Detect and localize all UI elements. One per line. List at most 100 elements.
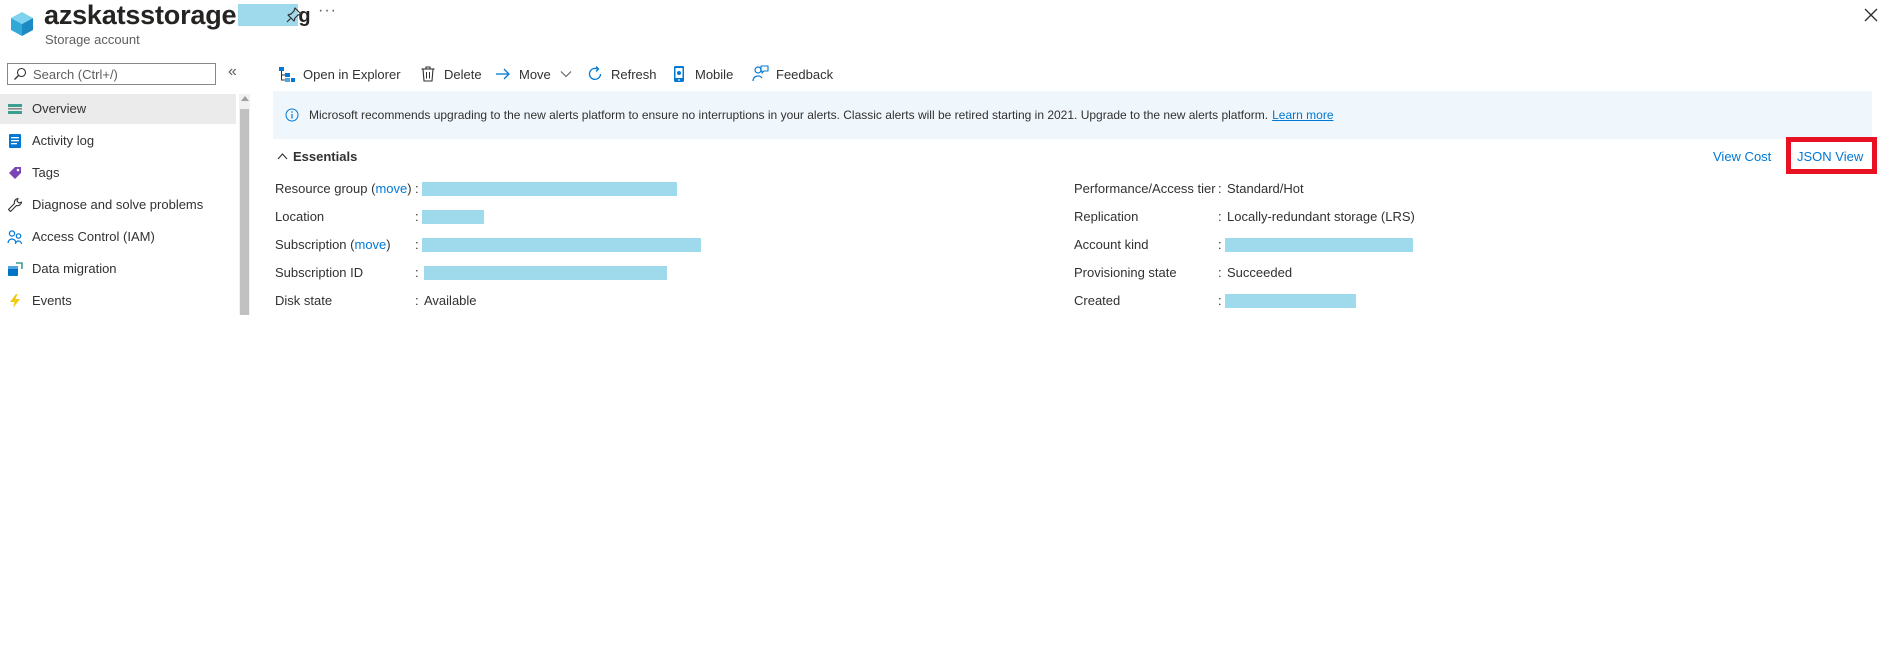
resource-group-label: Resource group (move) <box>275 181 412 196</box>
refresh-label: Refresh <box>611 66 657 82</box>
tag-icon <box>9 167 21 179</box>
provisioning-state-label: Provisioning state <box>1074 265 1177 280</box>
refresh-icon <box>588 66 602 80</box>
created-label: Created <box>1074 293 1121 308</box>
activity-log-icon <box>9 134 21 148</box>
chevron-down-icon <box>560 71 572 78</box>
essentials-title: Essentials <box>293 149 358 164</box>
sidebar-item-tags[interactable]: Tags <box>0 158 236 188</box>
account-kind-label: Account kind <box>1074 237 1149 252</box>
collapse-sidebar-icon[interactable]: « <box>228 63 237 81</box>
redacted-location-value <box>422 210 484 224</box>
sidebar-item-label: Overview <box>32 101 87 116</box>
page-title-text: azskatsstorage <box>44 0 237 30</box>
open-in-explorer-button[interactable]: Open in Explorer <box>278 62 401 86</box>
feedback-button[interactable]: Feedback <box>751 62 833 86</box>
data-migration-icon <box>8 262 23 276</box>
feedback-icon <box>752 65 769 82</box>
sidebar-item-label: Tags <box>32 165 60 180</box>
sidebar-nav: Overview Activity log Tags Diagnose and … <box>0 94 236 315</box>
colon: : <box>1218 237 1222 252</box>
overview-icon <box>8 104 22 114</box>
open-in-explorer-label: Open in Explorer <box>303 66 401 82</box>
sidebar-item-label: Events <box>32 293 72 308</box>
sidebar-item-events[interactable]: Events <box>0 286 236 316</box>
sidebar-search-input[interactable]: Search (Ctrl+/) <box>7 63 216 85</box>
sidebar-item-label: Access Control (IAM) <box>32 229 155 244</box>
colon: : <box>415 237 419 252</box>
colon: : <box>415 293 419 308</box>
mobile-icon <box>674 66 684 82</box>
page-title: azskatsstorage g <box>44 0 311 31</box>
alerts-info-banner: Microsoft recommends upgrading to the ne… <box>273 91 1872 139</box>
colon: : <box>1218 265 1222 280</box>
colon: : <box>1218 293 1222 308</box>
redacted-account-kind-value <box>1225 238 1413 252</box>
learn-more-link[interactable]: Learn more <box>1272 108 1333 122</box>
close-icon[interactable] <box>1862 6 1880 24</box>
sidebar-item-label: Activity log <box>32 133 95 148</box>
colon: : <box>1218 209 1222 224</box>
lightning-icon <box>10 294 20 308</box>
property-name: Resource group <box>275 181 368 196</box>
disk-state-label: Disk state <box>275 293 333 308</box>
banner-text: Microsoft recommends upgrading to the ne… <box>309 108 1269 122</box>
search-icon <box>14 67 27 80</box>
scrollbar-thumb[interactable] <box>240 109 249 315</box>
chevron-up-icon <box>277 153 288 160</box>
location-label: Location <box>275 209 325 224</box>
trash-icon <box>421 66 435 82</box>
page-subtitle: Storage account <box>45 32 140 47</box>
search-placeholder: Search (Ctrl+/) <box>33 67 118 82</box>
subscription-move-link[interactable]: move <box>355 237 387 252</box>
sidebar-item-access-control[interactable]: Access Control (IAM) <box>0 222 236 252</box>
provisioning-state-value: Succeeded <box>1227 265 1293 280</box>
wrench-icon <box>7 197 23 213</box>
json-view-link[interactable]: JSON View <box>1797 149 1863 164</box>
performance-tier-value: Standard/Hot <box>1227 181 1304 196</box>
move-dropdown-button[interactable]: Move <box>494 62 572 86</box>
colon: : <box>1218 181 1222 196</box>
redacted-created-value <box>1225 294 1356 308</box>
storage-account-icon <box>11 12 33 36</box>
colon: : <box>415 181 419 196</box>
essentials-toggle[interactable]: Essentials <box>277 149 357 164</box>
replication-value: Locally-redundant storage (LRS) <box>1227 209 1415 224</box>
resource-group-move-link[interactable]: move <box>375 181 407 196</box>
mobile-button[interactable]: Mobile <box>670 62 733 86</box>
refresh-button[interactable]: Refresh <box>586 62 657 86</box>
subscription-label: Subscription (move) <box>275 237 391 252</box>
replication-label: Replication <box>1074 209 1139 224</box>
delete-button[interactable]: Delete <box>419 62 482 86</box>
move-label: Move <box>519 66 551 82</box>
arrow-right-icon <box>496 68 510 80</box>
sidebar-item-label: Data migration <box>32 261 117 276</box>
people-icon <box>7 230 23 245</box>
sidebar-item-data-migration[interactable]: Data migration <box>0 254 236 284</box>
property-name: Subscription <box>275 237 347 252</box>
banner-message: Microsoft recommends upgrading to the ne… <box>309 108 1334 122</box>
blade-header: azskatsstorage g Storage account ··· <box>0 0 1889 48</box>
pin-icon[interactable] <box>285 6 303 24</box>
mobile-label: Mobile <box>695 66 734 82</box>
performance-tier-label: Performance/Access tier <box>1074 181 1216 196</box>
sidebar-item-label: Diagnose and solve problems <box>32 197 204 212</box>
sidebar-item-diagnose[interactable]: Diagnose and solve problems <box>0 190 236 220</box>
view-cost-link[interactable]: View Cost <box>1713 149 1771 164</box>
colon: : <box>415 209 419 224</box>
disk-state-value: Available <box>424 293 477 308</box>
subscription-id-label: Subscription ID <box>275 265 364 280</box>
scroll-up-arrow[interactable] <box>241 96 249 101</box>
redacted-subscription-value[interactable] <box>422 238 701 252</box>
info-icon <box>285 108 299 122</box>
explorer-icon <box>279 67 295 82</box>
more-options-icon[interactable]: ··· <box>318 2 337 20</box>
delete-label: Delete <box>444 66 482 82</box>
feedback-label: Feedback <box>776 66 834 82</box>
redacted-subscription-id-value <box>424 266 667 280</box>
colon: : <box>415 265 419 280</box>
sidebar-item-activity-log[interactable]: Activity log <box>0 126 236 156</box>
sidebar-item-overview[interactable]: Overview <box>0 94 236 124</box>
redacted-resource-group-value[interactable] <box>422 182 677 196</box>
sidebar-scrollbar[interactable] <box>239 94 250 315</box>
